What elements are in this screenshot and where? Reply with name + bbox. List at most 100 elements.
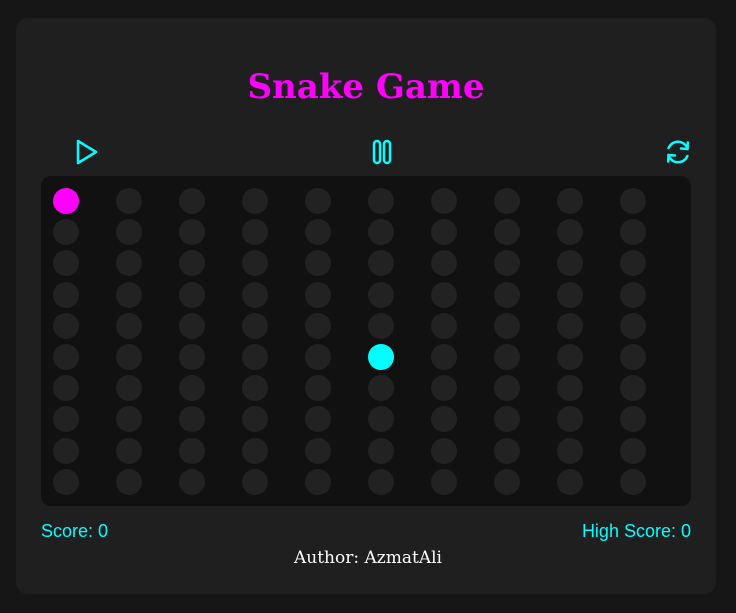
board-cell xyxy=(179,281,205,308)
board-cell xyxy=(494,188,520,214)
board-cell xyxy=(557,406,583,433)
board-cell xyxy=(116,312,142,339)
board-cell xyxy=(53,281,79,308)
board-cell xyxy=(494,406,520,433)
board-cell xyxy=(557,437,583,464)
board-cell xyxy=(116,375,142,402)
board-cell xyxy=(620,188,646,214)
board-cell xyxy=(557,250,583,277)
board-cell xyxy=(116,219,142,246)
board-cell xyxy=(116,468,142,495)
board-cell xyxy=(242,312,268,339)
board-cell xyxy=(179,188,205,214)
board-cell xyxy=(53,344,79,370)
board-cell xyxy=(431,312,457,339)
author-credit: Author: AzmatAli xyxy=(294,548,442,568)
board-cell xyxy=(494,312,520,339)
board-cell xyxy=(620,219,646,246)
board-cell xyxy=(620,406,646,433)
board-cell xyxy=(242,468,268,495)
play-button[interactable] xyxy=(68,134,104,170)
board-cell xyxy=(431,281,457,308)
board-cell xyxy=(368,468,394,495)
board-cell xyxy=(53,437,79,464)
board-cell xyxy=(368,312,394,339)
board-cell xyxy=(53,468,79,495)
board-cell xyxy=(53,406,79,433)
board-cell xyxy=(242,406,268,433)
board-cell xyxy=(179,437,205,464)
board-cell xyxy=(431,219,457,246)
board-cell xyxy=(557,344,583,370)
board-cell xyxy=(242,375,268,402)
board-cell xyxy=(557,281,583,308)
board-cell xyxy=(494,281,520,308)
board-cell xyxy=(431,344,457,370)
board-cell xyxy=(620,437,646,464)
board-cell xyxy=(368,281,394,308)
score-display: Score: 0 xyxy=(41,521,109,541)
board-cell xyxy=(368,250,394,277)
board-cell xyxy=(116,344,142,370)
board-cell xyxy=(305,344,331,370)
board-cell xyxy=(53,219,79,246)
board-cell xyxy=(620,468,646,495)
board-cell xyxy=(368,219,394,246)
board-cell xyxy=(116,406,142,433)
board-cell xyxy=(53,375,79,402)
board-cell xyxy=(557,375,583,402)
board-cell xyxy=(620,281,646,308)
board-cell xyxy=(305,468,331,495)
board-cell xyxy=(368,437,394,464)
board-cell xyxy=(242,250,268,277)
board-cell xyxy=(494,219,520,246)
board-cell xyxy=(557,188,583,214)
board-cell xyxy=(116,437,142,464)
food-item xyxy=(53,188,79,214)
board-cell xyxy=(305,188,331,214)
board-cell xyxy=(368,375,394,402)
restart-button[interactable] xyxy=(660,134,696,170)
board-cell xyxy=(620,312,646,339)
board-cell xyxy=(305,437,331,464)
board-cell xyxy=(431,406,457,433)
board-cell xyxy=(494,344,520,370)
board-cell xyxy=(557,219,583,246)
board-cell xyxy=(242,281,268,308)
restart-icon xyxy=(666,140,690,164)
board-cell xyxy=(620,375,646,402)
board-cell xyxy=(242,437,268,464)
snake-segment xyxy=(368,344,394,370)
board-cell xyxy=(431,468,457,495)
board-cell xyxy=(305,406,331,433)
board-cell xyxy=(494,468,520,495)
board-cell xyxy=(494,250,520,277)
game-board xyxy=(41,176,691,506)
board-cell xyxy=(620,344,646,370)
board-cell xyxy=(431,188,457,214)
board-cell xyxy=(179,375,205,402)
board-cell xyxy=(242,219,268,246)
board-cell xyxy=(179,344,205,370)
board-cell xyxy=(53,312,79,339)
board-cell xyxy=(116,281,142,308)
board-cell xyxy=(116,250,142,277)
pause-button[interactable] xyxy=(364,134,400,170)
board-cell xyxy=(179,219,205,246)
pause-icon xyxy=(372,139,392,165)
board-cell xyxy=(431,437,457,464)
board-cell xyxy=(557,468,583,495)
board-cell xyxy=(179,312,205,339)
board-cell xyxy=(242,344,268,370)
board-cell xyxy=(305,281,331,308)
board-cell xyxy=(431,250,457,277)
board-cell xyxy=(305,312,331,339)
board-cell xyxy=(494,375,520,402)
board-cell xyxy=(242,188,268,214)
play-icon xyxy=(76,139,98,165)
board-cell xyxy=(179,406,205,433)
board-cell xyxy=(305,250,331,277)
board-cell xyxy=(431,375,457,402)
board-cell xyxy=(179,468,205,495)
board-cell xyxy=(305,375,331,402)
